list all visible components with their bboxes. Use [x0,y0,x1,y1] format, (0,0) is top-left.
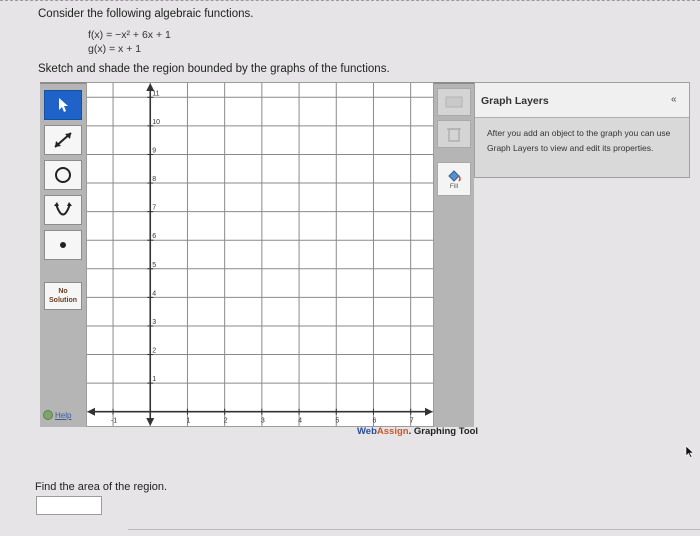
no-solution-label-1: No [58,288,68,295]
fill-label: Fill [449,182,459,190]
help-label: Help [55,410,72,420]
y-tick-label: 1 [152,376,156,383]
parabola-icon [54,202,72,216]
x-tick-label: 4 [298,418,302,425]
question-instruction: Sketch and shade the region bounded by t… [38,63,390,75]
y-tick-label: 8 [152,176,156,183]
parabola-tool-button[interactable] [44,195,82,225]
top-divider [0,0,700,3]
graph-layers-header: Graph Layers « [475,83,689,118]
brand-tool: . Graphing Tool [408,426,479,437]
function-g: g(x) = x + 1 [88,43,142,55]
brand-web: Web [357,426,377,437]
point-tool-button[interactable] [44,230,82,260]
collapse-layers-button[interactable]: « [671,94,677,105]
help-icon [43,410,53,420]
graph-layers-description: After you add an object to the graph you… [487,128,671,153]
y-tick-label: 2 [152,348,156,355]
fill-button[interactable]: Fill [437,162,471,196]
paint-bucket-icon [448,169,461,182]
y-tick-label: 6 [152,233,156,240]
trash-icon [447,128,461,142]
no-solution-label-2: Solution [49,297,77,304]
y-tick-label: 11 [152,90,159,97]
brand-assign: Assign [376,426,409,437]
x-tick-label: 2 [224,418,228,425]
mouse-cursor-icon [685,445,695,458]
select-tool-button[interactable] [44,90,82,120]
y-tick-label: 4 [152,290,156,297]
x-tick-label: 3 [261,418,265,425]
graph-canvas[interactable]: -1 1 2 3 4 5 6 7 11 10 9 8 7 6 5 4 3 2 1 [86,82,434,427]
x-tick-label: -1 [111,418,117,425]
clear-icon [445,96,463,108]
y-tick-label: 10 [152,119,160,126]
y-tick-label: 9 [152,147,156,154]
y-tick-label: 3 [152,319,156,326]
edit-tools-panel: Fill [434,82,474,427]
coordinate-grid: -1 1 2 3 4 5 6 7 11 10 9 8 7 6 5 4 3 2 1 [87,83,433,426]
bottom-divider [128,529,700,530]
circle-tool-button[interactable] [44,160,82,190]
y-tick-label: 7 [152,205,156,212]
question-prompt: Consider the following algebraic functio… [38,8,254,20]
x-tick-label: 1 [186,418,190,425]
line-segment-icon [54,132,72,148]
area-answer-input[interactable] [36,496,102,515]
x-tick-label: 7 [410,418,414,425]
function-f: f(x) = −x² + 6x + 1 [88,29,171,41]
x-axis-arrow-left [87,407,95,416]
y-axis-arrow-down [146,418,155,426]
y-tick-label: 5 [152,262,156,269]
circle-icon [55,167,71,183]
graph-layers-title: Graph Layers [481,95,549,107]
webassign-brand: WebAssign. Graphing Tool [357,426,478,437]
x-tick-label: 6 [373,418,377,425]
help-link[interactable]: Help [43,410,71,420]
line-tool-button[interactable] [44,125,82,155]
no-solution-button[interactable]: No Solution [44,282,82,310]
area-question-label: Find the area of the region. [35,481,168,493]
graph-layers-panel: Graph Layers « After you add an object t… [474,82,690,178]
clear-button[interactable] [437,88,471,116]
pointer-icon [59,98,68,112]
delete-button[interactable] [437,120,471,148]
x-axis-arrow-right [425,407,433,416]
x-tick-label: 5 [335,418,339,425]
point-icon [60,242,66,248]
tool-palette: No Solution Help [40,82,86,427]
